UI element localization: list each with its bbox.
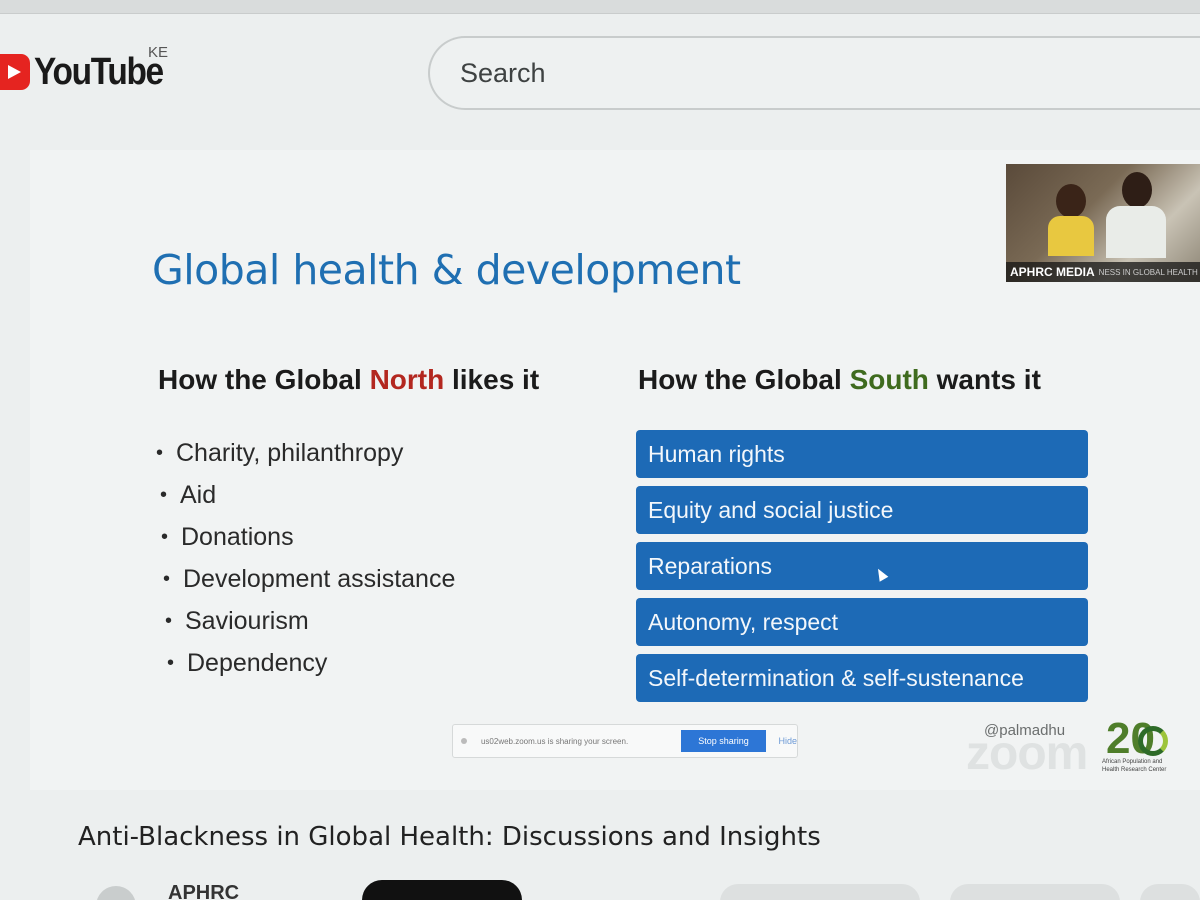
twitter-handle: @palmadhu bbox=[984, 722, 1066, 739]
list-item-text: Development assistance bbox=[183, 564, 456, 593]
search-box[interactable] bbox=[428, 36, 1200, 110]
south-item-box: Self-determination & self-sustenance bbox=[636, 654, 1088, 702]
bullet-icon: • bbox=[156, 441, 164, 464]
search-input[interactable] bbox=[460, 38, 1160, 108]
youtube-logo-text: YouTube bbox=[34, 50, 164, 93]
channel-name[interactable]: APHRC bbox=[168, 882, 239, 900]
south-heading-accent: South bbox=[849, 364, 929, 395]
south-heading-post: wants it bbox=[928, 364, 1041, 395]
list-item-text: Aid bbox=[180, 480, 217, 509]
youtube-play-icon bbox=[0, 54, 30, 90]
video-title: Anti-Blackness in Global Health: Discuss… bbox=[78, 822, 821, 852]
bullet-icon: • bbox=[160, 483, 168, 506]
south-item-box: Autonomy, respect bbox=[636, 598, 1088, 646]
south-item-box: Equity and social justice bbox=[636, 486, 1088, 534]
list-item: • Development assistance bbox=[156, 558, 455, 600]
bullet-icon: • bbox=[165, 609, 173, 632]
north-list: • Charity, philanthropy • Aid • Donations •… bbox=[156, 432, 455, 684]
country-code: KE bbox=[148, 44, 169, 61]
aphrc-ring-icon bbox=[1138, 726, 1168, 756]
list-item-text: Donations bbox=[181, 522, 294, 551]
stop-sharing-button[interactable]: Stop sharing bbox=[680, 730, 767, 752]
south-heading: How the Global South wants it bbox=[638, 364, 1041, 396]
hide-link[interactable]: Hide bbox=[778, 736, 797, 746]
bullet-icon: • bbox=[167, 651, 175, 674]
list-item-text: Saviourism bbox=[185, 606, 309, 635]
list-item: • Aid bbox=[156, 474, 455, 516]
webcam-inset: APHRC MEDIA NESS IN GLOBAL HEALTH bbox=[1006, 164, 1200, 282]
south-list: Human rights Equity and social justice R… bbox=[636, 430, 1088, 710]
north-heading: How the Global North likes it bbox=[158, 364, 539, 396]
north-heading-accent: North bbox=[369, 364, 445, 395]
webcam-caption: APHRC MEDIA bbox=[1010, 265, 1095, 279]
bullet-icon: • bbox=[163, 567, 171, 590]
bullet-icon: • bbox=[161, 525, 169, 548]
drag-handle-icon[interactable] bbox=[461, 738, 467, 744]
webcam-caption-bar: APHRC MEDIA NESS IN GLOBAL HEALTH bbox=[1006, 262, 1200, 282]
speaker-right bbox=[1106, 172, 1166, 262]
list-item: • Dependency bbox=[156, 642, 455, 684]
south-item-box: Reparations bbox=[636, 542, 1088, 590]
channel-avatar[interactable] bbox=[96, 886, 136, 900]
north-heading-pre: How the Global bbox=[158, 364, 370, 395]
list-item-text: Charity, philanthropy bbox=[176, 438, 404, 467]
like-button[interactable] bbox=[720, 884, 920, 900]
more-button[interactable] bbox=[1140, 884, 1200, 900]
list-item: • Charity, philanthropy bbox=[156, 432, 455, 474]
south-item-box: Human rights bbox=[636, 430, 1088, 478]
browser-top-strip bbox=[0, 0, 1200, 14]
zoom-share-bar: us02web.zoom.us is sharing your screen. … bbox=[452, 724, 798, 758]
share-button[interactable] bbox=[950, 884, 1120, 900]
list-item-text: Dependency bbox=[187, 648, 328, 677]
south-heading-pre: How the Global bbox=[638, 364, 850, 395]
webcam-ticker: NESS IN GLOBAL HEALTH bbox=[1098, 267, 1198, 277]
slide-title: Global health & development bbox=[152, 246, 741, 294]
aphrc-org-line: African Population and Health Research C… bbox=[1102, 759, 1167, 773]
zoom-share-text: us02web.zoom.us is sharing your screen. bbox=[480, 736, 629, 746]
speaker-left bbox=[1048, 184, 1094, 256]
list-item: • Saviourism bbox=[156, 600, 455, 642]
list-item: • Donations bbox=[156, 516, 455, 558]
subscribe-button[interactable] bbox=[362, 880, 522, 900]
north-heading-post: likes it bbox=[444, 364, 540, 395]
